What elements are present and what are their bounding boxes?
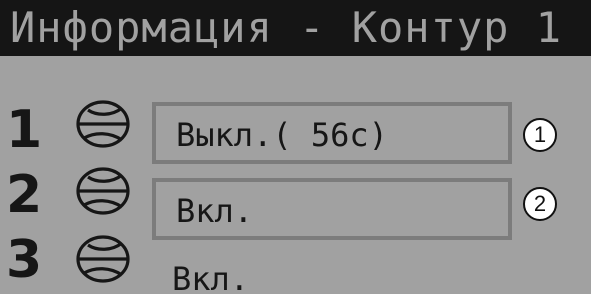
callout-marker-2: 2	[523, 187, 557, 221]
callout-marker-1: 1	[523, 118, 557, 152]
fan-icon	[76, 167, 130, 215]
circuit-status-box-1[interactable]: Выкл.( 56c)	[152, 102, 512, 164]
circuit-status-1: Выкл.( 56c)	[176, 116, 388, 154]
fan-icon	[76, 100, 130, 148]
circuit-status-box-2[interactable]: Вкл.	[152, 178, 512, 240]
controller-screen: Информация - Контур 1 1 Выкл.( 56c) 1 2 …	[0, 0, 591, 294]
fan-icon	[76, 235, 130, 283]
circuit-number-1: 1	[6, 100, 43, 160]
title-bar: Информация - Контур 1	[0, 0, 591, 56]
circuit-number-2: 2	[6, 165, 43, 225]
circuit-status-2: Вкл.	[176, 192, 254, 230]
circuit-status-3[interactable]: Вкл.	[172, 259, 249, 294]
page-title: Информация - Контур 1	[10, 3, 563, 52]
circuit-number-3: 3	[6, 230, 43, 290]
